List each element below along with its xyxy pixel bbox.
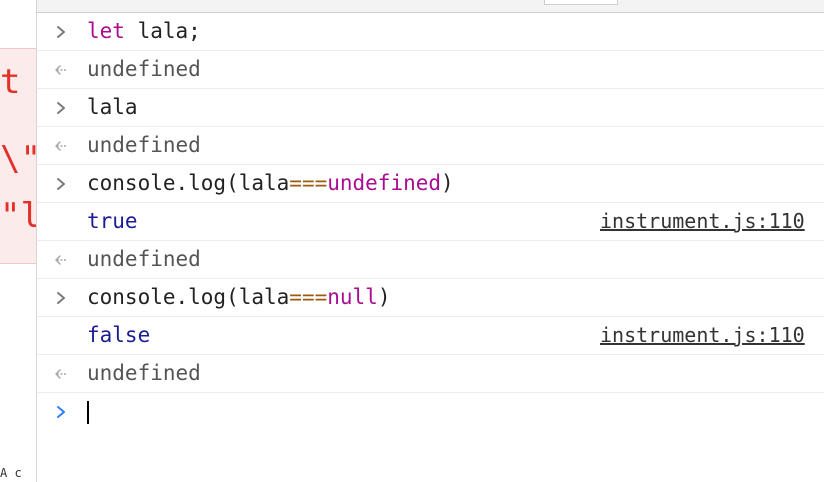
console-log: let lala; undefined lala undefined console.l…	[37, 13, 824, 453]
code-token: undefined	[87, 57, 201, 81]
return-arrow-icon	[51, 51, 71, 88]
pane-footer-text: A c	[0, 466, 22, 480]
source-code-pane: t \" "l A c	[0, 0, 37, 482]
source-link[interactable]: instrument.js:110	[600, 317, 805, 354]
console-prompt-row[interactable]	[37, 393, 824, 453]
console-output-text: false	[87, 317, 150, 354]
prompt-chevron-icon	[51, 393, 71, 430]
code-token: console.log(lala	[87, 171, 290, 195]
console-command-text: let lala;	[87, 13, 201, 50]
console-input-row[interactable]: lala	[37, 89, 824, 127]
code-token: console.log(lala	[87, 285, 290, 309]
code-token: lala	[87, 95, 138, 119]
console-return-row: undefined	[37, 241, 824, 279]
code-token: lala;	[124, 19, 201, 43]
return-arrow-icon	[51, 355, 71, 392]
console-log-row: true instrument.js:110	[37, 203, 824, 241]
console-log-row: false instrument.js:110	[37, 317, 824, 355]
code-token: undefined	[87, 133, 201, 157]
code-token: undefined	[327, 171, 442, 195]
text-cursor	[87, 401, 89, 424]
source-link[interactable]: instrument.js:110	[600, 203, 805, 240]
return-arrow-icon	[51, 241, 71, 278]
toolbar-filter-box[interactable]	[544, 0, 618, 5]
console-output-text: undefined	[87, 51, 201, 88]
code-token: false	[87, 323, 151, 347]
console-output-text: undefined	[87, 127, 201, 164]
code-token: undefined	[87, 247, 201, 271]
code-token: ===	[289, 285, 328, 309]
console-input-row[interactable]: let lala;	[37, 13, 824, 51]
console-input-row[interactable]: console.log(lala===undefined)	[37, 165, 824, 203]
console-command-text: lala	[87, 89, 138, 126]
code-fragment: "l	[0, 196, 37, 236]
code-token: )	[441, 171, 454, 195]
chevron-right-icon	[51, 165, 71, 202]
code-token: undefined	[87, 361, 201, 385]
code-token: let	[87, 19, 125, 43]
chevron-right-icon	[51, 89, 71, 126]
console-panel[interactable]: let lala; undefined lala undefined console.l…	[37, 0, 824, 482]
code-token: null	[327, 285, 378, 309]
console-command-text: console.log(lala===undefined)	[87, 165, 454, 202]
console-toolbar	[37, 0, 824, 13]
chevron-right-icon	[51, 279, 71, 316]
code-token: ===	[289, 171, 328, 195]
code-token: )	[377, 285, 391, 309]
console-input-row[interactable]: console.log(lala===null)	[37, 279, 824, 317]
console-return-row: undefined	[37, 51, 824, 89]
chevron-right-icon	[51, 13, 71, 50]
console-output-text: undefined	[87, 241, 201, 278]
code-fragment: \"	[0, 139, 37, 179]
console-command-text: console.log(lala===null)	[87, 279, 390, 316]
console-output-text: undefined	[87, 355, 201, 392]
code-fragment: t	[0, 62, 21, 102]
console-return-row: undefined	[37, 127, 824, 165]
console-output-text: true	[87, 203, 138, 240]
console-return-row: undefined	[37, 355, 824, 393]
return-arrow-icon	[51, 127, 71, 164]
code-token: true	[87, 209, 138, 233]
